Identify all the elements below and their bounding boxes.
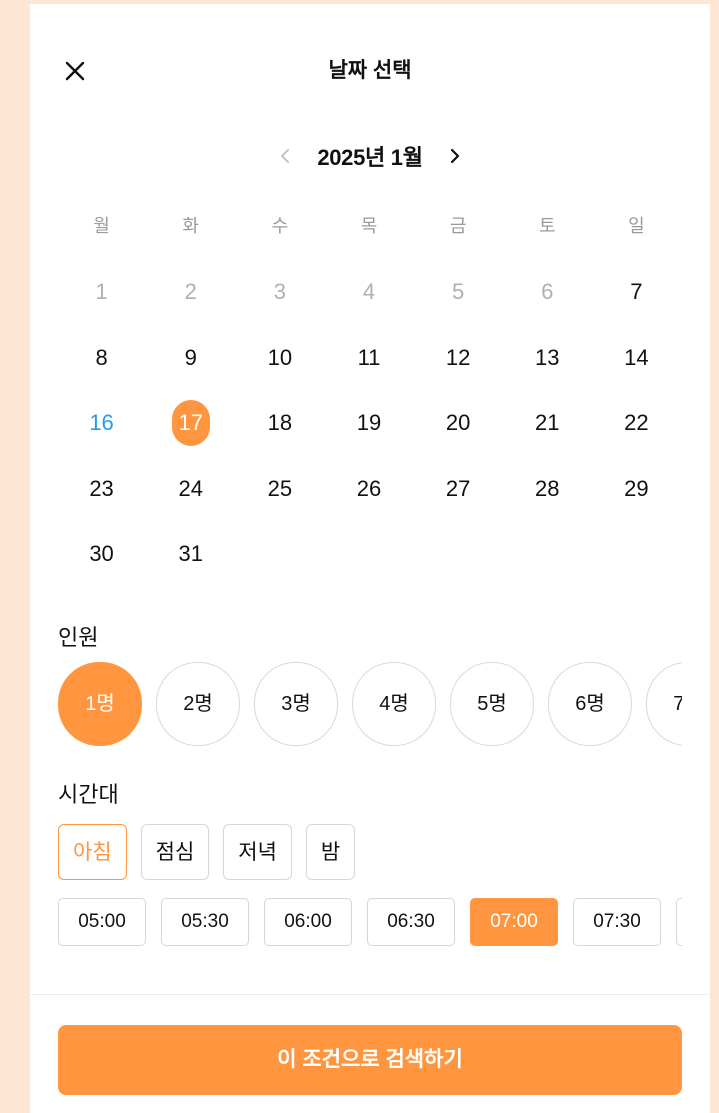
calendar-day[interactable]: 25 (261, 470, 299, 508)
weekday-label: 목 (360, 216, 378, 236)
calendar-day: 5 (452, 279, 465, 305)
people-option[interactable]: 2명 (156, 662, 240, 746)
calendar-day[interactable]: 10 (261, 339, 299, 377)
calendar-week-row: 16 17 18 19 20 21 22 (57, 391, 681, 457)
calendar-empty-cell (617, 535, 655, 573)
calendar-day[interactable]: 7 (617, 273, 655, 311)
time-of-day-option[interactable]: 밤 (305, 824, 356, 880)
weekday-label: 월 (93, 216, 110, 236)
calendar-week-row: 1 2 3 4 5 6 7 (57, 260, 681, 326)
calendar-day[interactable]: 11 (350, 339, 388, 377)
next-month-button[interactable] (435, 136, 475, 176)
calendar-empty-cell (439, 535, 477, 573)
weekday-label: 금 (449, 216, 467, 236)
weekday-label: 화 (182, 216, 199, 236)
calendar-day[interactable]: 26 (350, 470, 388, 508)
calendar-day[interactable]: 17 (171, 400, 210, 447)
month-label: 2025년 1월 (317, 145, 423, 170)
page-title: 날짜 선택 (328, 59, 412, 82)
calendar-day[interactable]: 8 (83, 339, 121, 377)
people-selector[interactable]: 1명2명3명4명5명6명7명 (58, 662, 682, 748)
prev-month-button[interactable] (265, 136, 305, 176)
calendar-day[interactable]: 13 (528, 339, 566, 377)
time-of-day-tabs: 아침 점심 저녁 밤 (58, 824, 356, 880)
calendar-day[interactable]: 24 (172, 470, 210, 508)
calendar-day[interactable]: 23 (83, 470, 121, 508)
calendar-day[interactable]: 30 (83, 535, 121, 573)
divider (30, 994, 710, 995)
people-section-label: 인원 (58, 625, 99, 650)
chevron-left-icon (281, 149, 290, 163)
calendar-empty-cell (261, 535, 299, 573)
calendar-day: 1 (95, 279, 108, 305)
calendar-day[interactable]: 31 (172, 535, 210, 573)
time-slot-selector[interactable]: 05:00 05:30 06:00 06:30 07:00 07:30 08:00 (58, 898, 682, 948)
calendar-empty-cell (350, 535, 388, 573)
people-option[interactable]: 1명 (58, 662, 142, 746)
time-slot-option[interactable]: 06:00 (264, 898, 352, 946)
calendar-day[interactable]: 12 (439, 339, 477, 377)
time-slot-option[interactable]: 07:00 (470, 898, 558, 946)
weekday-label: 수 (271, 216, 289, 236)
search-button[interactable]: 이 조건으로 검색하기 (58, 1025, 682, 1095)
date-picker-panel: 날짜 선택 2025년 1월 월 화 수 목 금 토 일 1 2 3 4 5 6 7 8 9 10… (30, 4, 710, 1113)
weekday-label: 토 (538, 216, 556, 236)
calendar-week-row: 30 31 (57, 522, 681, 588)
time-slot-option[interactable]: 05:00 (58, 898, 146, 946)
time-of-day-option[interactable]: 아침 (58, 824, 127, 880)
time-of-day-option[interactable]: 점심 (140, 824, 210, 880)
calendar-day: 2 (184, 279, 197, 305)
time-slot-option[interactable]: 05:30 (161, 898, 249, 946)
people-option[interactable]: 7명 (646, 662, 682, 746)
calendar-day[interactable]: 19 (350, 404, 388, 442)
calendar-day[interactable]: 27 (439, 470, 477, 508)
people-option[interactable]: 5명 (450, 662, 534, 746)
calendar-empty-cell (528, 535, 566, 573)
time-slot-option[interactable]: 06:30 (367, 898, 455, 946)
calendar-day[interactable]: 20 (439, 404, 477, 442)
weekday-label: 일 (628, 216, 645, 236)
calendar-day[interactable]: 14 (617, 339, 655, 377)
calendar-week-row: 23 24 25 26 27 28 29 (57, 456, 681, 522)
calendar-day: 3 (273, 279, 286, 305)
time-slot-option[interactable]: 07:30 (573, 898, 661, 946)
calendar-week-row: 8 9 10 11 12 13 14 (57, 325, 681, 391)
calendar-weeks: 1 2 3 4 5 6 7 8 9 10 11 12 13 14 16 17 18 19 20 21 22 23 24 25 2… (57, 260, 681, 588)
people-option[interactable]: 6명 (548, 662, 632, 746)
time-slot-option[interactable]: 08:00 (676, 898, 682, 946)
calendar-day[interactable]: 22 (617, 404, 655, 442)
calendar-day[interactable]: 29 (617, 470, 655, 508)
people-option[interactable]: 3명 (254, 662, 338, 746)
chevron-right-icon (450, 148, 459, 164)
calendar-grid: 월 화 수 목 금 토 일 1 2 3 4 5 6 7 8 9 10 11 12 13 14 16 17 18 1… (57, 194, 681, 587)
calendar-day[interactable]: 21 (528, 404, 566, 442)
calendar-day[interactable]: 9 (172, 339, 210, 377)
calendar-day: 6 (541, 279, 554, 305)
calendar-day[interactable]: 18 (261, 404, 299, 442)
calendar-day[interactable]: 16 (83, 404, 121, 442)
calendar-day: 4 (362, 279, 376, 305)
time-of-day-option[interactable]: 저녁 (223, 824, 292, 880)
time-of-day-section-label: 시간대 (58, 782, 119, 807)
people-option[interactable]: 4명 (352, 662, 436, 746)
calendar-day[interactable]: 28 (528, 470, 566, 508)
month-navigation: 2025년 1월 (30, 136, 710, 176)
weekday-header-row: 월 화 수 목 금 토 일 (57, 194, 681, 260)
